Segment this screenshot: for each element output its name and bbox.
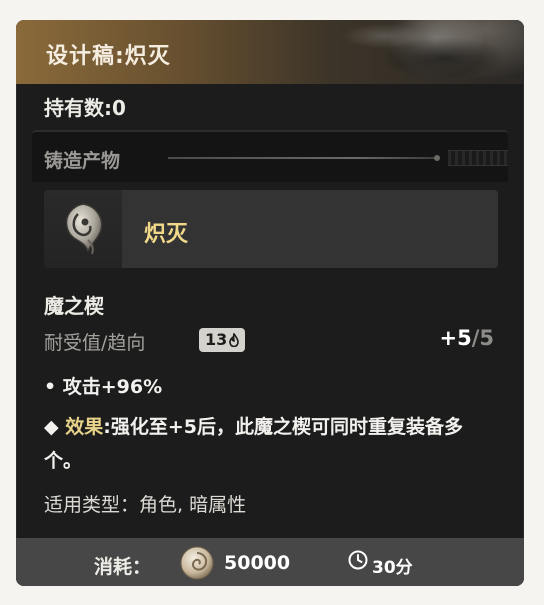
coin-icon <box>180 546 214 580</box>
endurance-badge: 13 <box>199 328 246 352</box>
rune-name: 魔之楔 <box>44 294 104 318</box>
effect-attack: • 攻击+96% <box>44 376 163 398</box>
item-tooltip-card: 设计稿:炽灭 持有数:0 铸造产物 炽灭 魔之楔 耐受值/趋向 13 +5/5 … <box>16 20 524 586</box>
owned-count: 持有数:0 <box>44 96 126 120</box>
cost-label: 消耗： <box>94 556 152 578</box>
product-icon-frame <box>44 190 122 268</box>
product-card[interactable]: 炽灭 <box>44 190 498 268</box>
section-divider <box>168 155 440 161</box>
endurance-max: /5 <box>471 326 494 350</box>
item-title: 设计稿:炽灭 <box>46 44 171 69</box>
effect-marker: ◆ <box>44 416 59 438</box>
effect-keyword: 效果 <box>65 416 104 438</box>
cost-footer: 消耗： 50000 30分 <box>16 538 524 586</box>
tooltip-header: 设计稿:炽灭 <box>16 20 524 84</box>
endurance-badge-value: 13 <box>205 330 228 349</box>
effect-description: ◆ 效果:强化至+5后，此魔之楔可同时重复装备多个。 <box>44 410 494 478</box>
flame-icon <box>229 333 240 347</box>
header-decoration <box>324 20 524 84</box>
clock-icon <box>348 550 368 570</box>
section-label: 铸造产物 <box>44 150 121 172</box>
applicable-types: 适用类型：角色, 暗属性 <box>44 494 247 516</box>
time-value: 30分 <box>372 558 413 578</box>
effect-text: :强化至+5后，此魔之楔可同时重复装备多个。 <box>44 416 464 472</box>
cost-value: 50000 <box>224 552 291 574</box>
endurance-value: +5/5 <box>439 326 494 350</box>
rune-icon <box>65 203 103 255</box>
endurance-label: 耐受值/趋向 <box>44 332 146 354</box>
product-name: 炽灭 <box>144 222 189 247</box>
section-ornament <box>448 150 508 166</box>
endurance-current: +5 <box>439 326 472 350</box>
